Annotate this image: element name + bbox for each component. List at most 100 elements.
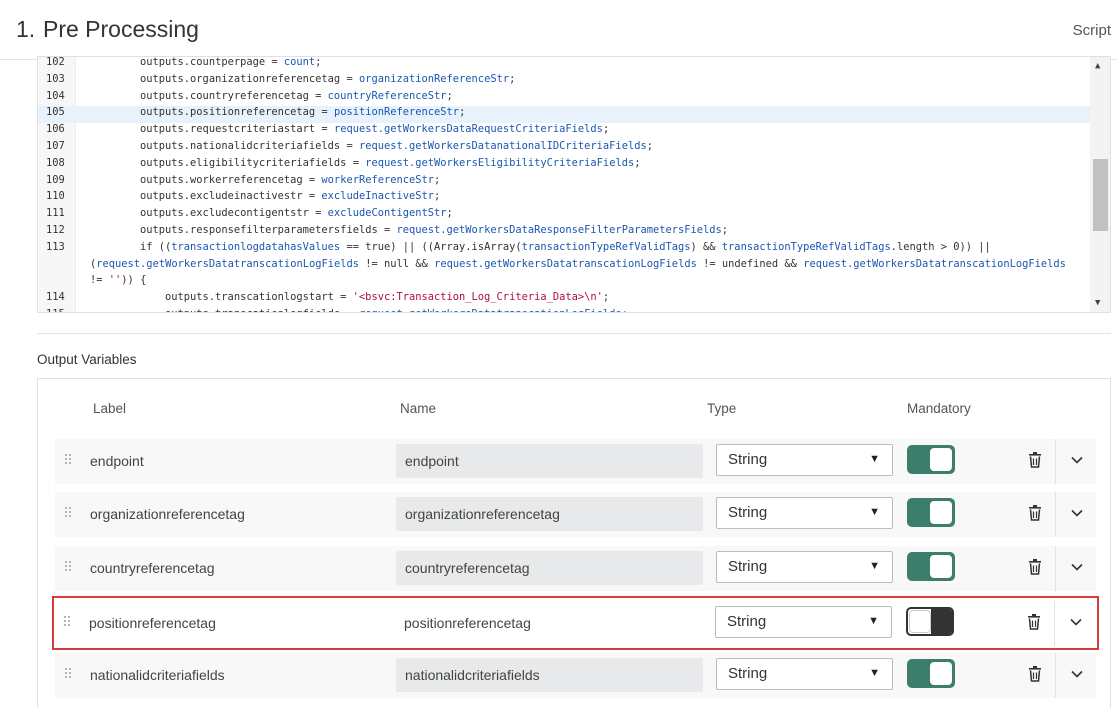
type-select[interactable]: String ▼ — [716, 658, 893, 690]
line-number: 103 — [46, 72, 65, 85]
section-number: 1. — [16, 16, 36, 42]
variable-name-field[interactable]: positionreferencetag — [395, 606, 702, 640]
row-divider — [1055, 546, 1056, 591]
code-line[interactable]: 110 outputs.excludeinactivestr = excludeI… — [38, 190, 1091, 207]
variable-name-field[interactable]: organizationreferencetag — [396, 497, 703, 531]
code-text: outputs.requestcriteriastart = request.g… — [140, 123, 610, 136]
code-line[interactable]: 113 if ((transactionlogdatahasValues == t… — [38, 241, 1091, 258]
line-number: 110 — [46, 190, 65, 203]
code-text: outputs.workerreferencetag = workerRefer… — [140, 173, 441, 186]
code-line[interactable]: 104 outputs.countryreferencetag = country… — [38, 90, 1091, 107]
line-number: 109 — [46, 173, 65, 186]
grip-dots-icon[interactable] — [64, 616, 70, 628]
scroll-down-icon[interactable]: ▼ — [1095, 298, 1100, 308]
row-divider — [1054, 601, 1055, 646]
code-line[interactable]: 111 outputs.excludecontigentstr = exclude… — [38, 207, 1091, 224]
code-editor[interactable]: 102 outputs.countperpage = count; 103 outpu… — [37, 56, 1111, 313]
line-number: 111 — [46, 207, 65, 220]
code-text: outputs.transcationlogfields = request.g… — [165, 308, 628, 312]
code-text: != '')) { — [90, 274, 147, 287]
code-line[interactable]: 103 outputs.organizationreferencetag = or… — [38, 73, 1091, 90]
chevron-down-icon[interactable] — [1069, 615, 1083, 629]
code-line[interactable]: 106 outputs.requestcriteriastart = reques… — [38, 123, 1091, 140]
chevron-down-icon[interactable] — [1070, 667, 1084, 681]
trash-icon[interactable] — [1028, 666, 1042, 682]
caret-down-icon: ▼ — [869, 506, 880, 518]
code-text: outputs.responsefilterparametersfields =… — [140, 224, 729, 236]
variable-label: endpoint — [90, 453, 144, 469]
code-line[interactable]: 112 outputs.responsefilterparametersfield… — [38, 224, 1091, 241]
trash-icon[interactable] — [1028, 452, 1042, 468]
output-variable-row[interactable]: positionreferencetag positionreferencetag… — [52, 596, 1099, 650]
line-number: 115 — [46, 308, 65, 312]
caret-down-icon: ▼ — [869, 667, 880, 679]
variable-name-field[interactable]: countryreferencetag — [396, 551, 703, 585]
code-line[interactable]: (request.getWorkersDatatranscationLogFie… — [38, 258, 1091, 275]
type-value: String — [727, 613, 767, 630]
code-text: if ((transactionlogdatahasValues == true… — [140, 240, 991, 253]
line-number: 114 — [46, 291, 65, 304]
line-number: 112 — [46, 224, 65, 236]
type-select[interactable]: String ▼ — [715, 606, 892, 638]
variable-name-field[interactable]: nationalidcriteriafields — [396, 658, 703, 692]
code-line[interactable]: 115 outputs.transcationlogfields = reques… — [38, 308, 1091, 312]
output-variable-row[interactable]: countryreferencetag countryreferencetag St… — [55, 546, 1096, 591]
code-text: (request.getWorkersDatatranscationLogFie… — [90, 257, 1066, 270]
line-number: 104 — [46, 89, 65, 102]
mandatory-toggle[interactable] — [907, 498, 955, 527]
code-line[interactable]: 107 outputs.nationalidcriteriafields = re… — [38, 140, 1091, 157]
chevron-down-icon[interactable] — [1070, 560, 1084, 574]
code-line[interactable]: 114 outputs.transcationlogstart = '<bsvc:… — [38, 291, 1091, 308]
script-mode-link[interactable]: Script — [1073, 22, 1111, 39]
row-divider — [1055, 653, 1056, 698]
chevron-down-icon[interactable] — [1070, 506, 1084, 520]
mandatory-toggle[interactable] — [907, 552, 955, 581]
column-header-mandatory: Mandatory — [907, 401, 971, 416]
code-line[interactable]: 108 outputs.eligibilitycriteriafields = r… — [38, 157, 1091, 174]
grip-dots-icon[interactable] — [65, 561, 71, 573]
type-select[interactable]: String ▼ — [716, 551, 893, 583]
output-variable-row[interactable]: nationalidcriteriafields nationalidcriter… — [55, 653, 1096, 698]
line-number: 106 — [46, 123, 65, 136]
variable-label: nationalidcriteriafields — [90, 667, 225, 683]
output-variable-row[interactable]: endpoint endpoint String ▼ — [55, 439, 1096, 484]
variable-label: positionreferencetag — [89, 615, 216, 631]
type-value: String — [728, 504, 768, 521]
code-line[interactable]: 105 outputs.positionreferencetag = positi… — [38, 106, 1091, 124]
scroll-up-icon[interactable]: ▲ — [1095, 61, 1100, 71]
mandatory-toggle[interactable] — [907, 659, 955, 688]
code-scrollbar[interactable]: ▲ ▼ — [1090, 57, 1110, 312]
code-line[interactable]: != '')) { — [38, 274, 1091, 291]
output-variable-row[interactable]: organizationreferencetag organizationrefe… — [55, 492, 1096, 537]
row-divider — [1055, 439, 1056, 484]
trash-icon[interactable] — [1028, 505, 1042, 521]
trash-icon[interactable] — [1027, 614, 1041, 630]
variable-name-field[interactable]: endpoint — [396, 444, 703, 478]
chevron-down-icon[interactable] — [1070, 453, 1084, 467]
caret-down-icon: ▼ — [869, 453, 880, 465]
mandatory-toggle[interactable] — [906, 607, 954, 636]
mandatory-toggle[interactable] — [907, 445, 955, 474]
trash-icon[interactable] — [1028, 559, 1042, 575]
scroll-thumb[interactable] — [1093, 159, 1108, 231]
variable-label: organizationreferencetag — [90, 506, 245, 522]
code-line[interactable]: 102 outputs.countperpage = count; — [38, 56, 1091, 73]
grip-dots-icon[interactable] — [65, 668, 71, 680]
output-variables-title: Output Variables — [37, 352, 137, 367]
type-select[interactable]: String ▼ — [716, 444, 893, 476]
line-number: 107 — [46, 140, 65, 152]
type-select[interactable]: String ▼ — [716, 497, 893, 529]
grip-dots-icon[interactable] — [65, 454, 71, 466]
line-number: 108 — [46, 156, 65, 169]
code-text: outputs.positionreferencetag = positionR… — [140, 106, 466, 119]
section-divider — [37, 333, 1111, 334]
grip-dots-icon[interactable] — [65, 507, 71, 519]
caret-down-icon: ▼ — [869, 560, 880, 572]
section-header: 1. Pre Processing Script — [0, 0, 1117, 60]
type-value: String — [728, 665, 768, 682]
code-line[interactable]: 109 outputs.workerreferencetag = workerRe… — [38, 174, 1091, 191]
line-number: 102 — [46, 56, 65, 68]
type-value: String — [728, 558, 768, 575]
type-value: String — [728, 451, 768, 468]
row-divider — [1055, 492, 1056, 537]
